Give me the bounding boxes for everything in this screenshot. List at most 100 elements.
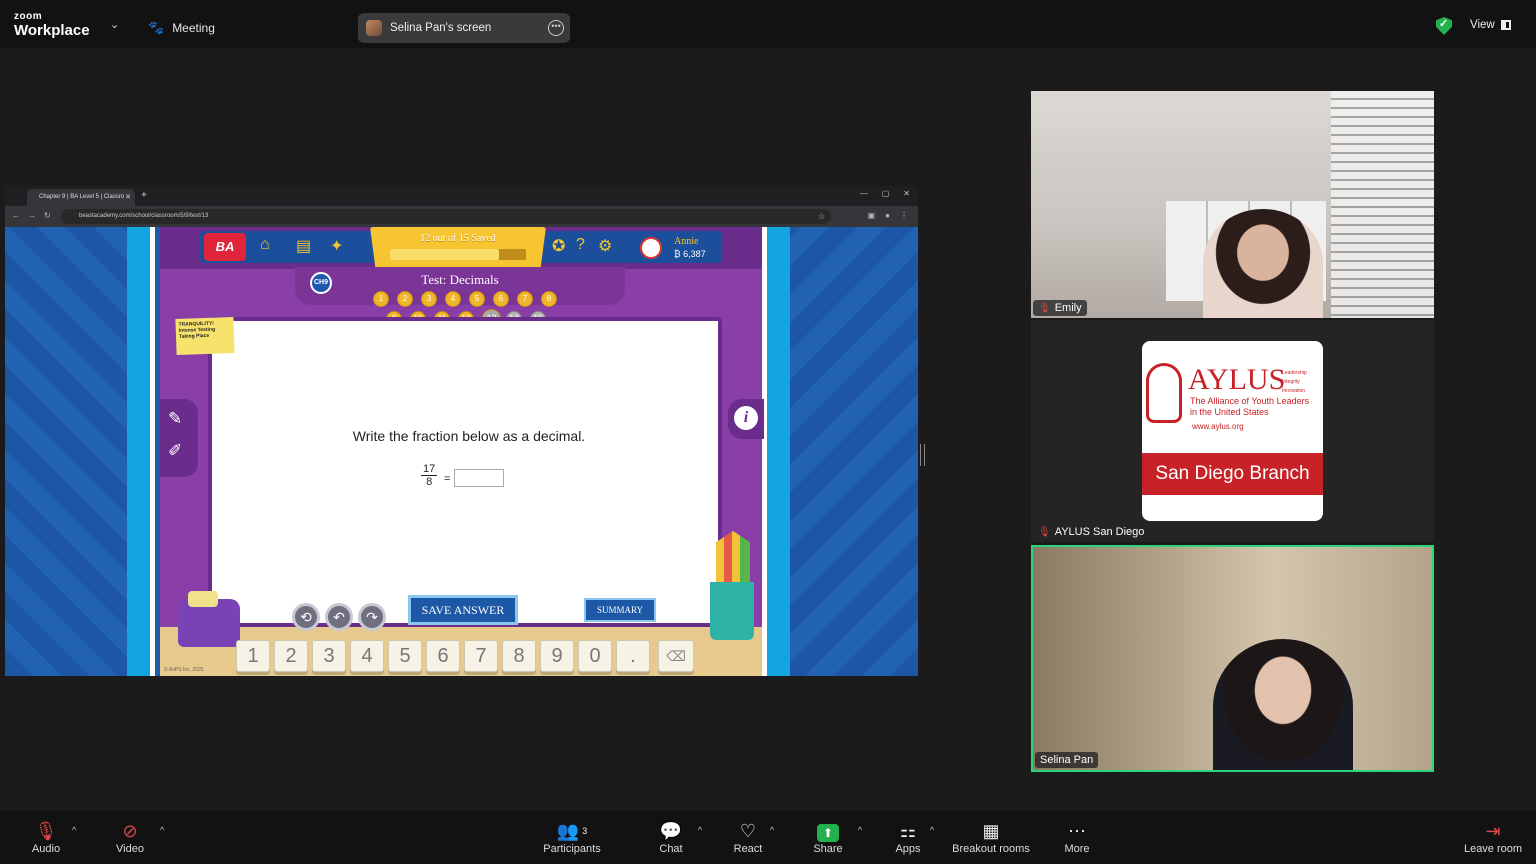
question-nav-dot[interactable]: 3 — [421, 291, 437, 307]
video-tile-emily[interactable]: 🎙 Emily — [1031, 91, 1434, 318]
close-tab-icon[interactable]: ✕ — [125, 193, 131, 201]
nav-buttons: ← → ↻ — [12, 211, 51, 220]
menu-icon[interactable]: ⋮ — [900, 211, 908, 220]
question-nav-dot[interactable]: 5 — [469, 291, 485, 307]
react-options-caret[interactable]: ^ — [770, 825, 774, 835]
leave-room-button[interactable]: ⇥ Leave room — [1460, 819, 1526, 855]
view-button[interactable]: View — [1470, 19, 1511, 31]
maximize-icon[interactable]: ▢ — [882, 189, 890, 198]
chevron-down-icon[interactable]: ⌄ — [110, 18, 119, 31]
puzzle-icon[interactable]: ✦ — [330, 236, 343, 256]
close-window-icon[interactable]: ✕ — [903, 189, 910, 198]
view-label: View — [1470, 19, 1495, 31]
browser-tab-bar: Chapter 9 | BA Level 5 | Classro ✕ + — ▢… — [5, 186, 918, 206]
minimize-icon[interactable]: — — [860, 189, 868, 198]
audio-button[interactable]: 🎙 Audio — [28, 819, 64, 855]
question-nav-dot[interactable]: 2 — [397, 291, 413, 307]
video-tile-aylus[interactable]: AYLUS Leadership Integrity Innovation Th… — [1031, 320, 1434, 542]
chat-options-caret[interactable]: ^ — [698, 825, 702, 835]
more-options-icon[interactable]: ••• — [548, 20, 564, 36]
question-nav-dot[interactable]: 1 — [373, 291, 389, 307]
apps-button[interactable]: ⚏ Apps — [890, 819, 926, 855]
question-nav-dot[interactable]: 6 — [493, 291, 509, 307]
help-icon[interactable]: ? — [576, 236, 585, 254]
participant-video — [1213, 639, 1353, 770]
share-options-caret[interactable]: ^ — [858, 825, 862, 835]
reload-icon[interactable]: ↻ — [44, 211, 51, 220]
save-answer-button[interactable]: SAVE ANSWER — [408, 595, 518, 625]
answer-input[interactable] — [454, 469, 504, 487]
browser-tab[interactable]: Chapter 9 | BA Level 5 | Classro ✕ — [27, 189, 135, 206]
meeting-toolbar: 🎙 Audio ^ ⊘ Video ^ 👥 3 Participants 💬 Ch… — [0, 811, 1536, 864]
apps-options-caret[interactable]: ^ — [930, 825, 934, 835]
back-icon[interactable]: ← — [12, 211, 20, 220]
beast-academy-game: BA ⌂ ▤ ✦ ✪ ? ⚙ Annie ₿ 6,387 12 out of 1… — [160, 227, 764, 676]
pencils-decoration — [716, 531, 750, 587]
keypad-key[interactable]: 7 — [464, 640, 498, 672]
keypad-key[interactable]: 9 — [540, 640, 574, 672]
question-nav-dot[interactable]: 8 — [541, 291, 557, 307]
pencil-icon[interactable]: ✎ — [168, 409, 182, 429]
keypad-key[interactable]: 2 — [274, 640, 308, 672]
extension-icon[interactable]: ▣ — [868, 211, 876, 220]
right-white-edge — [762, 227, 767, 676]
info-tab[interactable]: i — [728, 399, 764, 439]
question-nav-dot[interactable]: 4 — [445, 291, 461, 307]
participants-button[interactable]: 👥 3 Participants — [540, 819, 604, 855]
test-title: Test: Decimals — [421, 272, 499, 287]
participant-name: Selina Pan — [1040, 754, 1094, 766]
keypad-key[interactable]: 6 — [426, 640, 460, 672]
share-button[interactable]: ⬆ Share — [810, 819, 846, 855]
keypad-key[interactable]: 1 — [236, 640, 270, 672]
book-icon[interactable]: ▤ — [296, 236, 311, 256]
settings-gear-icon[interactable]: ⚙ — [598, 236, 612, 256]
apps-label: Apps — [895, 843, 921, 855]
screen-share-pill[interactable]: Selina Pan's screen ••• — [358, 13, 570, 43]
backspace-key[interactable]: ⌫ — [658, 640, 694, 672]
name-tag: 🎙 Emily — [1033, 300, 1087, 316]
home-icon[interactable]: ⌂ — [260, 236, 270, 254]
fraction-denominator: 8 — [426, 476, 433, 488]
forward-icon[interactable]: → — [28, 211, 36, 220]
split-divider-handle[interactable] — [920, 444, 925, 466]
keypad-key[interactable]: . — [616, 640, 650, 672]
breakout-rooms-button[interactable]: ▦ Breakout rooms — [950, 819, 1032, 855]
aylus-branch: San Diego Branch — [1142, 453, 1323, 495]
redo-button[interactable]: ↷ — [358, 603, 386, 631]
video-tile-selina[interactable]: Selina Pan — [1031, 545, 1434, 772]
bookmark-star-icon[interactable]: ☆ — [818, 212, 825, 221]
ba-logo[interactable]: BA — [204, 233, 246, 261]
more-button[interactable]: ⋯ More — [1060, 819, 1094, 855]
profile-icon[interactable]: ● — [885, 211, 890, 220]
chapter-badge[interactable]: CH9 — [310, 272, 332, 294]
window-shutter — [1331, 91, 1434, 318]
browser-address-bar: ← → ↻ beastacademy.com/school/classroom/… — [5, 206, 918, 227]
video-button[interactable]: ⊘ Video — [112, 819, 148, 855]
video-label: Video — [116, 843, 144, 855]
question-nav-dot[interactable]: 7 — [517, 291, 533, 307]
video-off-icon: ⊘ — [122, 821, 138, 841]
react-button[interactable]: ♡ React — [730, 819, 766, 855]
keypad-key[interactable]: 5 — [388, 640, 422, 672]
award-icon[interactable]: ✪ — [552, 236, 565, 256]
keypad-key[interactable]: 4 — [350, 640, 384, 672]
eraser-icon[interactable]: ✐ — [168, 441, 182, 461]
meeting-info-button[interactable]: 🐾 Meeting — [148, 20, 215, 36]
url-field[interactable]: beastacademy.com/school/classroom/5/9/te… — [61, 209, 831, 224]
security-shield-icon[interactable] — [1436, 17, 1452, 35]
question-paper: Write the fraction below as a decimal. 1… — [208, 317, 722, 627]
keypad-key[interactable]: 3 — [312, 640, 346, 672]
meeting-label: Meeting — [172, 21, 215, 35]
chat-button[interactable]: 💬 Chat — [654, 819, 688, 855]
reset-button[interactable]: ⟲ — [292, 603, 320, 631]
zoom-logo[interactable]: zoom Workplace — [14, 12, 90, 39]
undo-button[interactable]: ↶ — [325, 603, 353, 631]
summary-button[interactable]: SUMMARY — [584, 598, 656, 622]
heart-icon: ♡ — [739, 821, 757, 841]
new-tab-icon[interactable]: + — [141, 190, 147, 201]
keypad-key[interactable]: 8 — [502, 640, 536, 672]
audio-options-caret[interactable]: ^ — [72, 825, 76, 835]
left-pattern — [5, 227, 155, 676]
keypad-key[interactable]: 0 — [578, 640, 612, 672]
video-options-caret[interactable]: ^ — [160, 825, 164, 835]
